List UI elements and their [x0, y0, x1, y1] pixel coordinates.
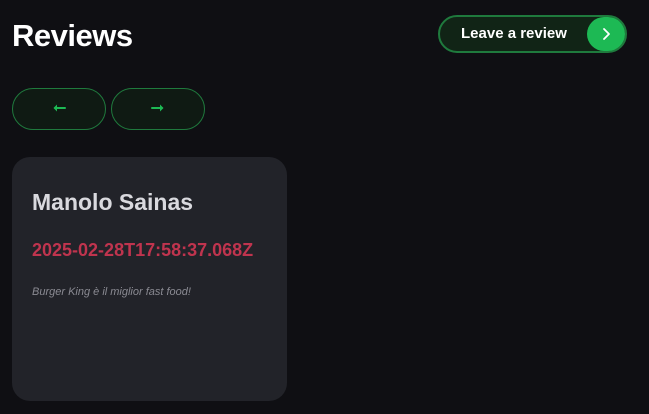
page-title: Reviews	[12, 18, 133, 53]
review-card: Manolo Sainas 2025-02-28T17:58:37.068Z B…	[12, 157, 287, 401]
chevron-right-icon	[587, 17, 625, 51]
review-text: Burger King è il miglior fast food!	[32, 286, 191, 298]
leave-review-label: Leave a review	[461, 25, 567, 42]
review-date: 2025-02-28T17:58:37.068Z	[32, 240, 254, 260]
arrow-left-icon	[52, 100, 66, 118]
previous-review-button[interactable]	[12, 88, 106, 130]
leave-review-button[interactable]: Leave a review	[438, 15, 627, 53]
next-review-button[interactable]	[111, 88, 205, 130]
arrow-right-icon	[151, 100, 165, 118]
reviewer-name: Manolo Sainas	[32, 189, 194, 215]
